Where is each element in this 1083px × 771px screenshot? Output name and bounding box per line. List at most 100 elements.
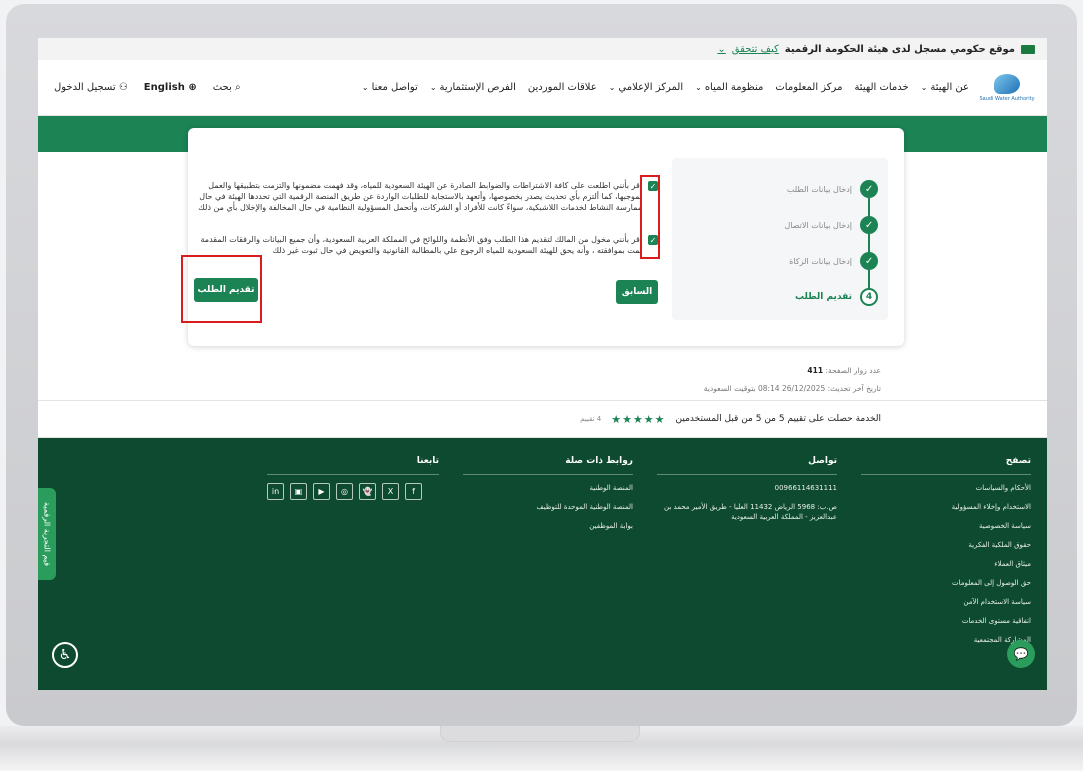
nav-item-contact[interactable]: تواصل معنا⌄ xyxy=(362,82,418,93)
check-icon: ✓ xyxy=(860,216,878,234)
footer-link[interactable]: حق الوصول إلى المعلومات xyxy=(861,578,1031,588)
instagram-icon[interactable]: ◎ xyxy=(336,483,353,500)
terms-1: ✓ أقر بأنني اطلعت على كافة الاشتراطات وا… xyxy=(198,180,658,213)
previous-button[interactable]: السابق xyxy=(616,280,658,304)
checkbox-highlight xyxy=(640,175,660,259)
flag-icon xyxy=(1021,44,1035,54)
search-icon: ⌕ xyxy=(234,82,241,93)
x-icon[interactable]: X xyxy=(382,483,399,500)
nav-item-suppliers[interactable]: علاقات الموردين xyxy=(528,82,597,93)
gov-bar: موقع حكومي مسجل لدى هيئة الحكومة الرقمية… xyxy=(38,38,1047,60)
nav-menu: عن الهيئة⌄ خدمات الهيئة مركز المعلومات م… xyxy=(362,82,969,93)
rating-bar: الخدمة حصلت على تقييم 5 من 5 من قبل المس… xyxy=(38,400,1047,438)
nav-item-contact-label: تواصل معنا xyxy=(371,82,418,93)
footer-browse-title: تصفح xyxy=(861,456,1031,475)
search-button[interactable]: ⌕ بحث xyxy=(213,82,241,93)
footer-contact-title: تواصل xyxy=(657,456,837,475)
main-nav: Saudi Water Authority عن الهيئة⌄ خدمات ا… xyxy=(38,60,1047,116)
footer-link[interactable]: الأحكام والسياسات xyxy=(861,483,1031,493)
logo-text: Saudi Water Authority xyxy=(979,95,1035,102)
terms-row: ✓ أقر بأنني مخول من المالك لتقديم هذا ال… xyxy=(198,234,658,256)
footer-link[interactable]: سياسة الخصوصية xyxy=(861,521,1031,531)
chat-icon[interactable]: 💬 xyxy=(1007,640,1035,668)
footer-link[interactable]: حقوق الملكية الفكرية xyxy=(861,540,1031,550)
nav-item-investment-label: الفرص الإستثمارية xyxy=(439,82,516,93)
terms-1-text: أقر بأنني اطلعت على كافة الاشتراطات والض… xyxy=(198,181,642,212)
visitors-label: عدد زوار الصفحة: xyxy=(825,366,881,375)
login-button[interactable]: ⚇ تسجيل الدخول xyxy=(54,82,128,93)
step-4-label: تقديم الطلب xyxy=(794,292,852,302)
footer-link[interactable]: سياسة الاستخدام الآمن xyxy=(861,597,1031,607)
chevron-down-icon: ⌄ xyxy=(361,83,369,92)
login-label: تسجيل الدخول xyxy=(54,82,116,93)
search-label: بحث xyxy=(212,82,232,93)
nav-tools: ⌕ بحث ⊕ English ⚇ تسجيل الدخول xyxy=(54,82,241,93)
chevron-down-icon[interactable]: ⌄ xyxy=(717,44,725,55)
nav-item-about-label: عن الهيئة xyxy=(930,82,969,93)
step-3: ✓ إدخال بيانات الزكاة xyxy=(789,252,878,270)
footer-phone[interactable]: 00966114631111 xyxy=(657,483,837,493)
footer-link[interactable]: الاستخدام وإخلاء المسؤولية xyxy=(861,502,1031,512)
footer-links: روابط ذات صلة المنصة الوطنية المنصة الوط… xyxy=(463,456,633,540)
verify-link[interactable]: كيف تتحقق xyxy=(732,44,779,55)
screen: موقع حكومي مسجل لدى هيئة الحكومة الرقمية… xyxy=(38,38,1047,690)
footer-follow: تابعنا in ▣ ▶ ◎ 👻 X f xyxy=(267,456,439,500)
youtube-icon[interactable]: ▶ xyxy=(313,483,330,500)
step-4-number: 4 xyxy=(860,288,878,306)
facebook-icon[interactable]: f xyxy=(405,483,422,500)
footer-address: ص.ب: 5968 الرياض 11432 العليا - طريق الأ… xyxy=(664,503,837,521)
rating-stars: ★★★★★ xyxy=(611,412,666,426)
last-updated: تاريخ آخر تحديث: 26/12/2025 08:14 بتوقيت… xyxy=(703,384,881,393)
language-button[interactable]: ⊕ English xyxy=(144,82,197,93)
laptop-base xyxy=(0,726,1083,771)
footer: تصفح الأحكام والسياسات الاستخدام وإخلاء … xyxy=(38,438,1047,690)
footer-contact: تواصل 00966114631111 ص.ب: 5968 الرياض 11… xyxy=(657,456,837,531)
submit-highlight xyxy=(181,255,262,323)
rating-text: الخدمة حصلت على تقييم 5 من 5 من قبل المس… xyxy=(675,414,881,424)
nav-item-media-label: المركز الإعلامي xyxy=(618,82,684,93)
terms-row: ✓ أقر بأنني اطلعت على كافة الاشتراطات وا… xyxy=(198,180,658,213)
footer-link[interactable]: اتفاقية مستوى الخدمات xyxy=(861,616,1031,626)
terms-2: ✓ أقر بأنني مخول من المالك لتقديم هذا ال… xyxy=(198,234,658,256)
user-icon: ⚇ xyxy=(118,82,128,93)
footer-link[interactable]: ميثاق العملاء xyxy=(861,559,1031,569)
linkedin-icon[interactable]: in xyxy=(267,483,284,500)
authority-logo[interactable]: Saudi Water Authority xyxy=(979,73,1035,102)
check-icon: ✓ xyxy=(860,180,878,198)
step-4: 4 تقديم الطلب xyxy=(795,288,878,306)
check-icon: ✓ xyxy=(860,252,878,270)
visitor-count: عدد زوار الصفحة: 411 xyxy=(807,366,881,375)
footer-link[interactable]: المنصة الوطنية الموحدة للتوظيف xyxy=(463,502,634,512)
footer-link[interactable]: المنصة الوطنية xyxy=(463,483,633,493)
logo-mark-icon xyxy=(994,73,1020,94)
snapchat-icon[interactable]: 👻 xyxy=(359,483,376,500)
chevron-down-icon: ⌄ xyxy=(695,83,702,92)
step-1-label: إدخال بيانات الطلب xyxy=(786,184,852,194)
rating-count: 4 تقييم xyxy=(580,415,602,423)
nav-item-investment[interactable]: الفرص الإستثمارية⌄ xyxy=(430,82,516,93)
accessibility-icon[interactable]: ♿ xyxy=(52,642,78,668)
nav-item-water-system[interactable]: منظومة المياه⌄ xyxy=(695,82,763,93)
footer-link[interactable]: بوابة الموظفين xyxy=(463,521,633,531)
rate-experience-tab[interactable]: قيم التجربة الرقمية xyxy=(38,488,56,580)
nav-item-media[interactable]: المركز الإعلامي⌄ xyxy=(609,82,683,93)
footer-link[interactable]: المشاركة المجتمعية xyxy=(861,635,1031,645)
chevron-down-icon: ⌄ xyxy=(429,83,437,92)
visitors-value: 411 xyxy=(807,366,824,375)
step-1: ✓ إدخال بيانات الطلب xyxy=(787,180,878,198)
chevron-down-icon: ⌄ xyxy=(920,83,928,92)
chevron-down-icon: ⌄ xyxy=(608,83,616,92)
nav-item-info-center[interactable]: مركز المعلومات xyxy=(775,82,842,93)
nav-item-water-label: منظومة المياه xyxy=(704,82,764,93)
social-icons: in ▣ ▶ ◎ 👻 X f xyxy=(267,483,439,500)
terms-2-text: أقر بأنني مخول من المالك لتقديم هذا الطل… xyxy=(200,235,642,255)
nav-item-services[interactable]: خدمات الهيئة xyxy=(854,82,908,93)
footer-follow-title: تابعنا xyxy=(267,456,439,475)
step-2: ✓ إدخال بيانات الاتصال xyxy=(784,216,878,234)
stepper: ✓ إدخال بيانات الطلب ✓ إدخال بيانات الاتصا… xyxy=(672,158,888,320)
flickr-icon[interactable]: ▣ xyxy=(290,483,307,500)
globe-icon: ⊕ xyxy=(188,82,197,93)
nav-item-about[interactable]: عن الهيئة⌄ xyxy=(921,82,969,93)
request-card: ✓ إدخال بيانات الطلب ✓ إدخال بيانات الاتصا… xyxy=(181,128,904,346)
step-3-label: إدخال بيانات الزكاة xyxy=(789,256,852,266)
